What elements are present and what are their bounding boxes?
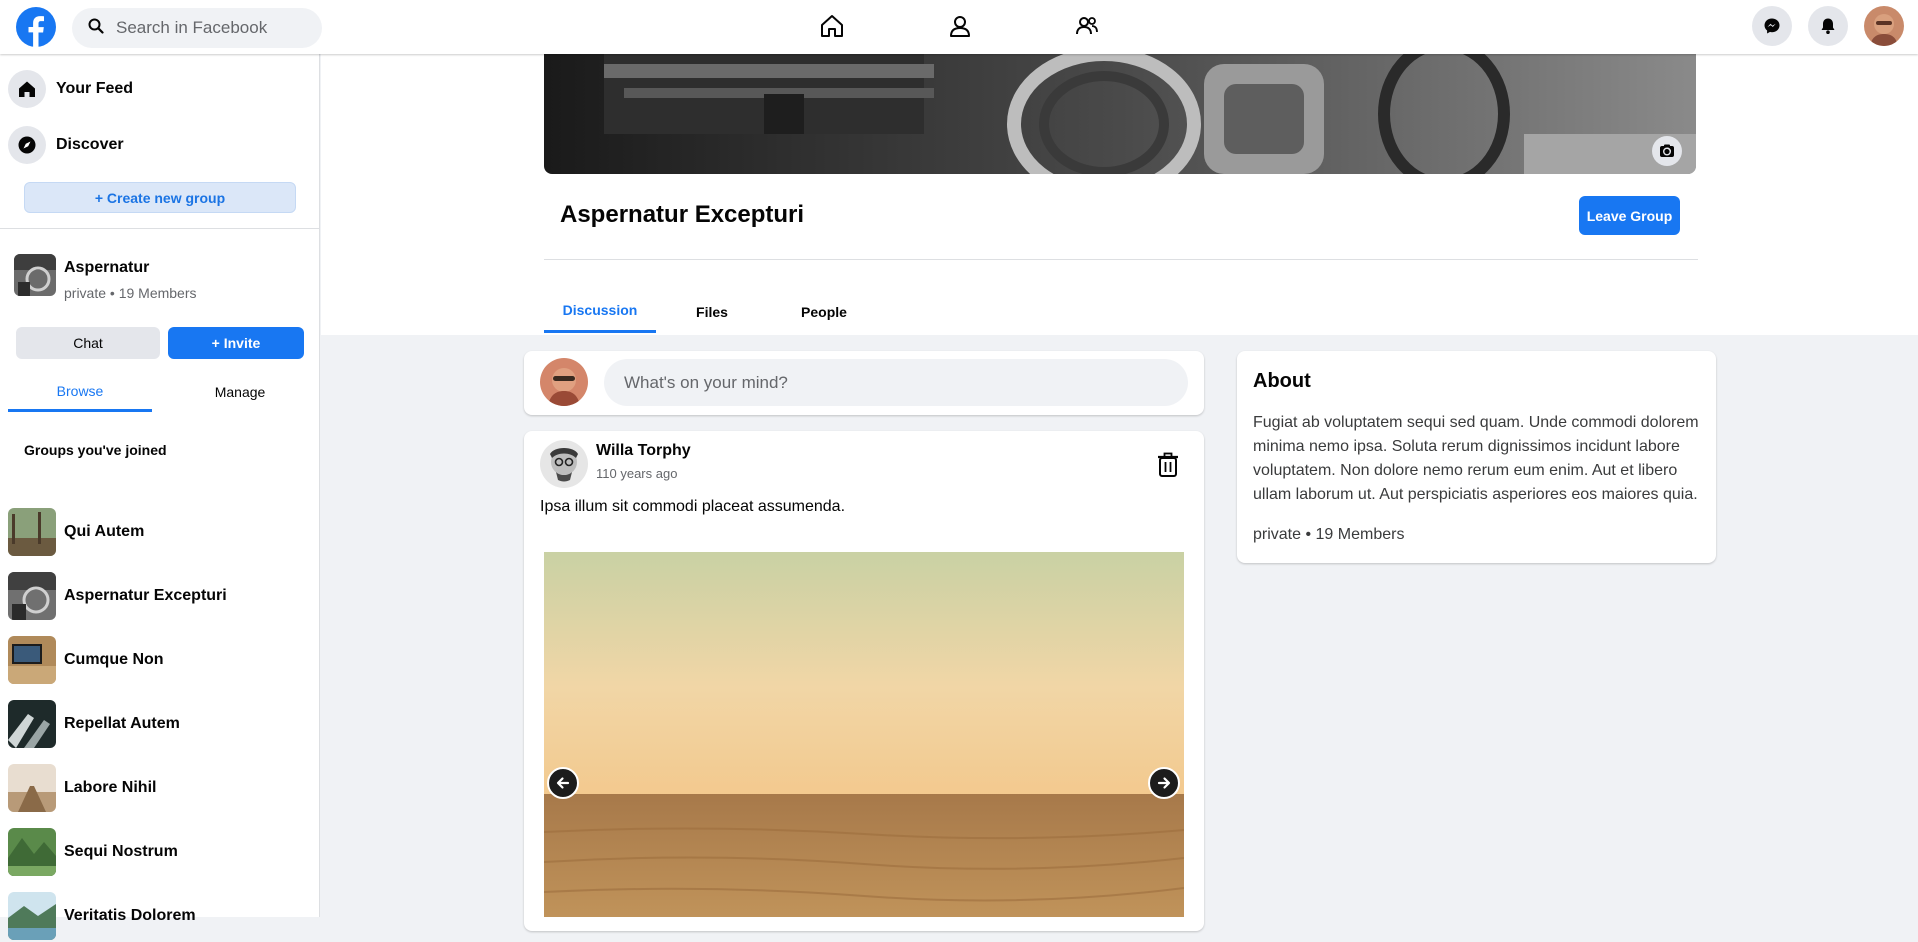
cover-photo (544, 54, 1696, 174)
left-sidebar: Your Feed Discover + Create new group As… (0, 54, 320, 940)
tab-discussion[interactable]: Discussion (544, 290, 656, 333)
bell-icon[interactable] (1808, 6, 1848, 46)
home-icon[interactable] (818, 12, 846, 40)
joined-groups-heading: Groups you've joined (24, 442, 167, 458)
current-group-meta: private • 19 Members (64, 285, 197, 301)
about-description: Fugiat ab voluptatem sequi sed quam. Und… (1253, 414, 1699, 503)
invite-button[interactable]: + Invite (168, 327, 304, 359)
tab-browse[interactable]: Browse (8, 372, 152, 412)
messenger-icon[interactable] (1752, 6, 1792, 46)
current-group-name[interactable]: Aspernatur (64, 259, 149, 277)
home-icon (8, 70, 46, 108)
about-meta: private • 19 Members (1253, 526, 1405, 543)
group-thumbnail (8, 892, 56, 940)
top-navbar (0, 0, 1918, 54)
group-name: Sequi Nostrum (64, 843, 178, 860)
avatar[interactable] (540, 440, 588, 488)
divider (544, 259, 1698, 260)
sidebar-group-item[interactable]: Sequi Nostrum (8, 826, 178, 878)
post-image[interactable] (544, 552, 1184, 917)
create-group-button[interactable]: + Create new group (24, 182, 296, 213)
sidebar-item-label: Your Feed (56, 80, 134, 97)
group-thumbnail (8, 828, 56, 876)
sidebar-group-item[interactable]: Veritatis Dolorem (8, 890, 196, 942)
group-name: Aspernatur Excepturi (64, 587, 227, 604)
profile-icon[interactable] (946, 12, 974, 40)
arrow-left-icon[interactable] (547, 767, 579, 799)
search-input[interactable] (114, 17, 304, 39)
group-thumbnail (8, 508, 56, 556)
group-name: Cumque Non (64, 651, 164, 668)
avatar[interactable] (540, 358, 588, 406)
group-thumbnail (8, 572, 56, 620)
avatar[interactable] (1864, 6, 1904, 46)
group-name: Labore Nihil (64, 779, 157, 796)
sidebar-item-label: Discover (56, 136, 124, 153)
group-thumbnail (8, 700, 56, 748)
sidebar-item-discover[interactable]: Discover (8, 123, 124, 167)
post-timestamp: 110 years ago (596, 466, 678, 481)
group-name: Qui Autem (64, 523, 145, 540)
sidebar-group-item[interactable]: Aspernatur Excepturi (8, 570, 227, 622)
group-name: Veritatis Dolorem (64, 907, 196, 924)
search-box[interactable] (72, 8, 322, 48)
tab-people[interactable]: People (768, 290, 880, 333)
composer-input[interactable] (604, 359, 1188, 406)
group-name: Repellat Autem (64, 715, 180, 732)
tab-manage[interactable]: Manage (168, 372, 312, 412)
sidebar-group-item[interactable]: Qui Autem (8, 506, 144, 558)
divider (0, 228, 320, 229)
post-author[interactable]: Willa Torphy (596, 442, 691, 460)
trash-icon[interactable] (1156, 452, 1180, 478)
facebook-logo-icon[interactable] (16, 7, 56, 47)
change-cover-icon[interactable] (1652, 136, 1682, 166)
sidebar-group-item[interactable]: Labore Nihil (8, 762, 156, 814)
group-thumbnail (8, 764, 56, 812)
sidebar-group-item[interactable]: Repellat Autem (8, 698, 180, 750)
arrow-right-icon[interactable] (1148, 767, 1180, 799)
groups-icon[interactable] (1073, 12, 1101, 40)
post-text: Ipsa illum sit commodi placeat assumenda… (540, 498, 846, 515)
group-title: Aspernatur Excepturi (560, 201, 805, 228)
sidebar-item-your-feed[interactable]: Your Feed (8, 67, 133, 111)
compass-icon (8, 126, 46, 164)
group-thumbnail (8, 636, 56, 684)
tab-files[interactable]: Files (656, 290, 768, 333)
sidebar-group-item[interactable]: Cumque Non (8, 634, 164, 686)
group-thumbnail (14, 254, 56, 296)
search-icon (88, 18, 104, 39)
about-title: About (1253, 370, 1311, 392)
chat-button[interactable]: Chat (16, 327, 160, 359)
leave-group-button[interactable]: Leave Group (1579, 196, 1680, 235)
